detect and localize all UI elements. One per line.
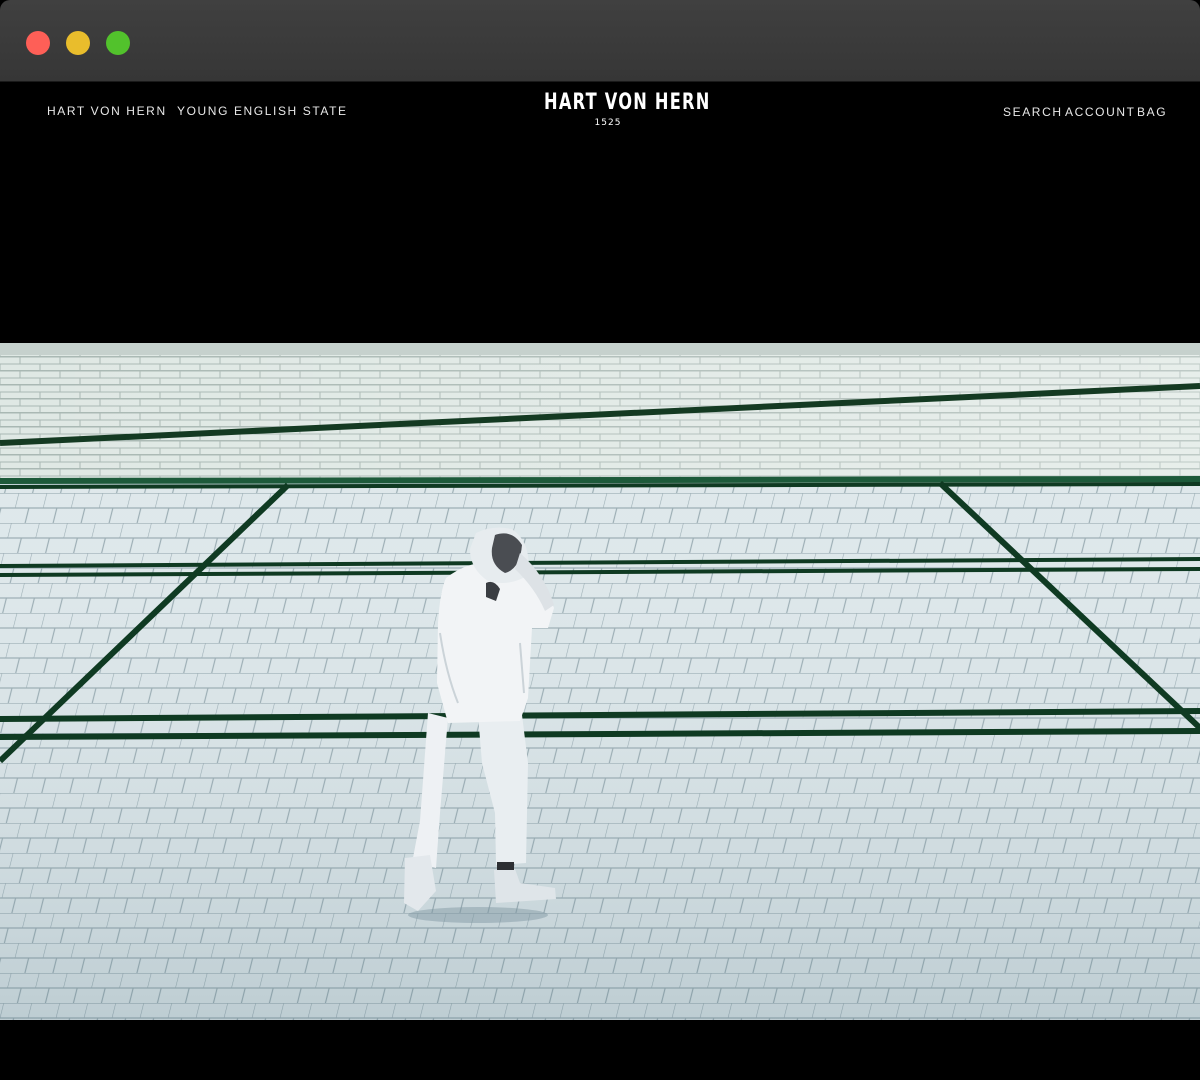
nav-link-young-english-state[interactable]: YOUNG ENGLISH STATE — [177, 104, 348, 118]
search-link[interactable]: SEARCH — [1003, 105, 1063, 119]
logo-year: 1525 — [594, 118, 622, 128]
site-page: HART VON HERN YOUNG ENGLISH STATE HART V… — [0, 82, 1200, 1080]
nav-link-hart-von-hern[interactable]: HART VON HERN — [47, 104, 167, 118]
maximize-window-button[interactable] — [106, 31, 130, 55]
logo-wordmark: HART VON HERN — [544, 90, 711, 115]
brand-logo[interactable]: HART VON HERN 1525 — [530, 90, 711, 128]
close-window-button[interactable] — [26, 31, 50, 55]
hero-image — [0, 343, 1200, 1020]
minimize-window-button[interactable] — [66, 31, 90, 55]
hero-video[interactable] — [0, 343, 1200, 1020]
bag-link[interactable]: BAG — [1137, 105, 1167, 119]
account-link[interactable]: ACCOUNT — [1065, 105, 1136, 119]
browser-window-chrome — [0, 0, 1200, 82]
